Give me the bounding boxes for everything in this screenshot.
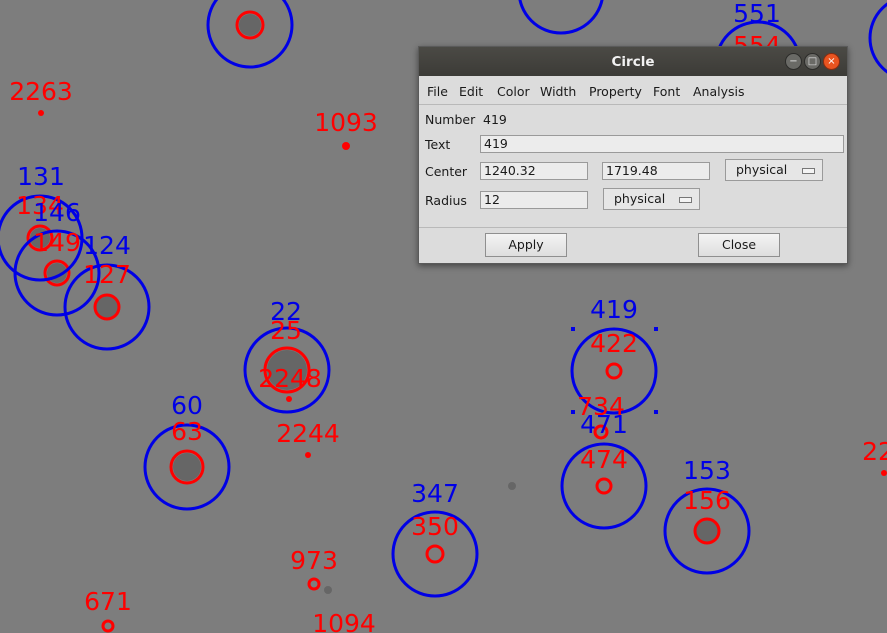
region-label: 2263 bbox=[9, 77, 73, 106]
maximize-icon[interactable]: □ bbox=[804, 53, 821, 70]
source-blob bbox=[324, 586, 332, 594]
region-label: 156 bbox=[683, 486, 731, 515]
radius-system-select[interactable]: physical bbox=[603, 188, 700, 210]
radius-system-value: physical bbox=[614, 191, 666, 206]
selection-handle[interactable] bbox=[571, 327, 575, 331]
point-marker-red[interactable] bbox=[881, 470, 887, 476]
region-label: 22 bbox=[862, 437, 887, 466]
dialog-titlebar[interactable]: Circle − □ × bbox=[419, 47, 847, 76]
region-label: 350 bbox=[411, 512, 459, 541]
region-label: 551 bbox=[733, 0, 781, 28]
point-marker-red[interactable] bbox=[38, 110, 44, 116]
region-label: 146 bbox=[33, 198, 81, 227]
menu-edit[interactable]: Edit bbox=[459, 84, 483, 99]
radius-label: Radius bbox=[425, 193, 467, 208]
point-marker-red[interactable] bbox=[305, 452, 311, 458]
close-button[interactable]: Close bbox=[698, 233, 780, 257]
minimize-icon[interactable]: − bbox=[785, 53, 802, 70]
menu-color[interactable]: Color bbox=[497, 84, 530, 99]
menu-property[interactable]: Property bbox=[589, 84, 642, 99]
menubar: File Edit Color Width Property Font Anal… bbox=[419, 76, 847, 105]
text-label: Text bbox=[425, 137, 451, 152]
region-label: 25 bbox=[270, 316, 302, 345]
menu-width[interactable]: Width bbox=[540, 84, 576, 99]
selection-handle[interactable] bbox=[571, 410, 575, 414]
source-blob bbox=[239, 14, 261, 36]
region-label: 2244 bbox=[276, 419, 340, 448]
number-label: Number bbox=[425, 112, 476, 127]
selection-handle[interactable] bbox=[654, 327, 658, 331]
region-label: 1093 bbox=[314, 108, 378, 137]
text-field[interactable] bbox=[480, 135, 844, 153]
region-label: 422 bbox=[590, 329, 638, 358]
close-icon[interactable]: × bbox=[823, 53, 840, 70]
center-system-value: physical bbox=[736, 162, 788, 177]
selection-handle[interactable] bbox=[654, 410, 658, 414]
radius-field[interactable] bbox=[480, 191, 588, 209]
center-x-field[interactable] bbox=[480, 162, 588, 180]
region-label: 671 bbox=[84, 587, 132, 616]
region-label: 131 bbox=[17, 162, 65, 191]
option-menu-indicator-icon bbox=[802, 168, 815, 174]
region-label: 60 bbox=[171, 391, 203, 420]
region-label: 474 bbox=[580, 445, 628, 474]
region-label: 63 bbox=[171, 417, 203, 446]
center-system-select[interactable]: physical bbox=[725, 159, 823, 181]
menu-font[interactable]: Font bbox=[653, 84, 680, 99]
source-blob bbox=[508, 482, 516, 490]
region-label: 124 bbox=[83, 231, 131, 260]
region-label: 149 bbox=[33, 228, 81, 257]
number-value: 419 bbox=[483, 112, 507, 127]
apply-button[interactable]: Apply bbox=[485, 233, 567, 257]
menu-analysis[interactable]: Analysis bbox=[693, 84, 745, 99]
region-label: 2248 bbox=[258, 364, 322, 393]
dialog-title: Circle bbox=[611, 54, 655, 70]
center-y-field[interactable] bbox=[602, 162, 710, 180]
region-label: 127 bbox=[83, 260, 131, 289]
center-label: Center bbox=[425, 164, 468, 179]
menu-file[interactable]: File bbox=[427, 84, 448, 99]
point-marker-red[interactable] bbox=[286, 396, 292, 402]
region-label: 973 bbox=[290, 546, 338, 575]
circle-dialog: Circle − □ × File Edit Color Width Prope… bbox=[418, 46, 848, 264]
divider bbox=[419, 227, 847, 228]
region-label: 153 bbox=[683, 456, 731, 485]
region-label: 419 bbox=[590, 295, 638, 324]
region-label: 471 bbox=[580, 410, 628, 439]
region-label: 347 bbox=[411, 479, 459, 508]
point-marker-red[interactable] bbox=[342, 142, 350, 150]
region-label: 1094 bbox=[312, 609, 376, 633]
option-menu-indicator-icon bbox=[679, 197, 692, 203]
source-blob bbox=[173, 453, 201, 481]
